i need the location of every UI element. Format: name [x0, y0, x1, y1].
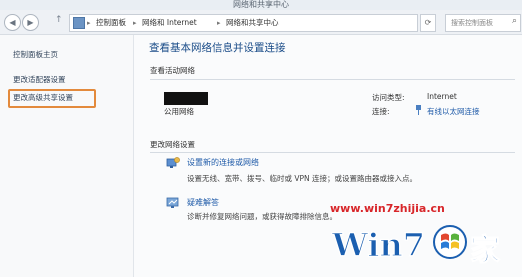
window-title: 网络和共享中心 [233, 0, 289, 9]
watermark-url: www.win7zhijia.cn [330, 202, 445, 215]
search-box[interactable]: 搜索控制面板 ⌕ [445, 14, 521, 32]
search-icon[interactable]: ⌕ [512, 16, 517, 26]
forward-button[interactable]: ▶ [22, 14, 39, 31]
highlight-box [8, 89, 96, 108]
breadcrumb-control-panel[interactable]: 控制面板 [96, 17, 126, 29]
win7-logo: Win7 家 [330, 225, 501, 269]
up-arrow-icon[interactable]: ↑ [55, 15, 63, 25]
network-setup-icon [166, 157, 180, 168]
breadcrumb-network-internet[interactable]: 网络和 Internet [142, 17, 197, 29]
setup-connection-description: 设置无线、宽带、拨号、临时或 VPN 连接；或设置路由器或接入点。 [187, 174, 418, 183]
page-title: 查看基本网络信息并设置连接 [149, 42, 286, 54]
address-bar[interactable]: ▸ 控制面板 ▸ 网络和 Internet ▸ 网络和共享中心 [69, 14, 418, 32]
breadcrumb-separator: ▸ [217, 19, 221, 27]
troubleshoot-link[interactable]: 疑难解答 [187, 197, 219, 208]
access-type-label: 访问类型: [372, 93, 405, 102]
breadcrumb-network-sharing-center[interactable]: 网络和共享中心 [226, 17, 279, 29]
access-type-value: Internet [427, 92, 457, 101]
change-settings-label: 更改网络设置 [150, 140, 195, 149]
logo-home-text: 家 [470, 233, 500, 268]
ethernet-icon [416, 105, 421, 115]
title-bar: 网络和共享中心 [0, 0, 522, 10]
logo-windows-flag-icon [433, 225, 467, 259]
connection-label: 连接: [372, 107, 390, 116]
setup-connection-link[interactable]: 设置新的连接或网络 [187, 157, 259, 168]
active-networks-label: 查看活动网络 [150, 66, 195, 75]
breadcrumb-separator: ▸ [87, 19, 91, 27]
network-type: 公用网络 [164, 107, 194, 116]
refresh-button[interactable]: ⟳ [420, 14, 436, 32]
connection-link[interactable]: 有线以太网连接 [427, 106, 480, 117]
breadcrumb-separator: ▸ [133, 19, 137, 27]
network-name-redacted [164, 92, 208, 105]
sidebar-item-change-adapter-settings[interactable]: 更改适配器设置 [13, 75, 66, 85]
divider [150, 79, 515, 80]
control-panel-icon [73, 17, 85, 29]
search-input[interactable]: 搜索控制面板 [451, 17, 493, 29]
troubleshoot-description: 诊断并修复网络问题，或获得故障排除信息。 [187, 212, 337, 221]
logo-brand-text: Win7 [331, 226, 425, 264]
sidebar: 控制面板主页 更改适配器设置 更改高级共享设置 [0, 35, 134, 277]
back-button[interactable]: ◀ [4, 14, 21, 31]
divider [150, 152, 515, 153]
troubleshoot-icon [166, 197, 179, 208]
sidebar-item-control-panel-home[interactable]: 控制面板主页 [13, 50, 58, 60]
